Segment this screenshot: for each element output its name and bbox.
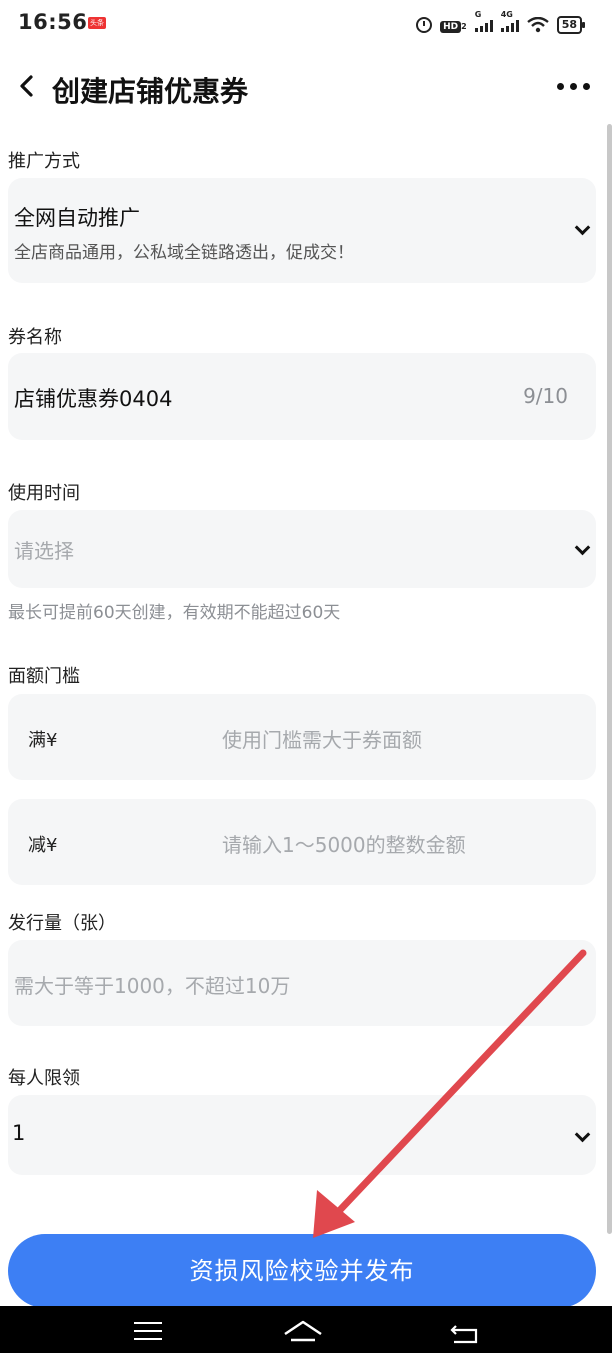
alarm-icon [416,17,433,33]
page-header: 创建店铺优惠券 [0,55,612,121]
back-arrow-icon[interactable] [14,71,44,101]
signal-2-icon: 4G [500,10,519,32]
per-person-limit-value: 1 [12,1121,26,1145]
per-person-limit-label: 每人限领 [8,1068,80,1089]
quantity-placeholder: 需大于等于1000，不超过10万 [14,974,291,998]
coupon-name-counter: 9/10 [523,384,568,408]
status-bar: 16:56 头条 HD 2 G 4G 58 [0,0,612,50]
battery-icon: 58 [556,16,586,34]
full-amount-placeholder: 使用门槛需大于券面额 [222,728,422,752]
coupon-name-value: 店铺优惠券0404 [14,387,173,411]
back-nav-icon[interactable] [450,1322,480,1344]
promotion-label: 推广方式 [8,151,80,172]
hd-sub: 2 [461,21,467,31]
publish-button[interactable]: 资损风险校验并发布 [8,1234,596,1308]
status-icons: HD 2 G 4G 58 [416,10,586,38]
minus-prefix: 减¥ [28,835,58,856]
coupon-name-label: 券名称 [8,327,62,348]
home-icon[interactable] [283,1320,323,1342]
scrollbar[interactable] [607,124,612,1234]
minus-amount-input[interactable]: 减¥ 请输入1～5000的整数金额 [8,799,596,885]
per-person-limit-select[interactable]: 1 [8,1095,596,1175]
chevron-down-icon [576,224,590,238]
signal-1-label: G [474,10,482,19]
quantity-label: 发行量（张） [8,913,116,934]
signal-1-icon: G [474,10,493,32]
wifi-icon [526,17,549,33]
usage-time-placeholder: 请选择 [14,539,74,563]
coupon-name-input[interactable]: 店铺优惠券0404 9/10 [8,353,596,440]
promotion-value: 全网自动推广 [14,206,140,230]
chevron-down-icon [576,544,590,558]
usage-time-label: 使用时间 [8,483,80,504]
hd-indicator: HD 2 [440,19,467,33]
threshold-label: 面额门槛 [8,666,80,687]
more-options-icon[interactable] [557,83,590,90]
news-app-badge-icon: 头条 [88,17,106,29]
hd-icon: HD [440,20,462,33]
promotion-description: 全店商品通用，公私域全链路透出，促成交！ [14,243,354,263]
page-title: 创建店铺优惠券 [52,75,249,108]
system-navigation-bar [0,1306,612,1353]
signal-2-label: 4G [500,10,513,19]
usage-time-hint: 最长可提前60天创建，有效期不能超过60天 [8,603,341,623]
promotion-select[interactable]: 全网自动推广 全店商品通用，公私域全链路透出，促成交！ [8,178,596,283]
quantity-input[interactable]: 需大于等于1000，不超过10万 [8,940,596,1026]
chevron-down-icon [576,1131,590,1145]
full-prefix: 满¥ [28,730,58,751]
menu-icon[interactable] [134,1322,162,1346]
status-time: 16:56 [18,10,88,34]
full-amount-input[interactable]: 满¥ 使用门槛需大于券面额 [8,694,596,780]
usage-time-select[interactable]: 请选择 [8,510,596,588]
minus-amount-placeholder: 请输入1～5000的整数金额 [222,833,466,857]
